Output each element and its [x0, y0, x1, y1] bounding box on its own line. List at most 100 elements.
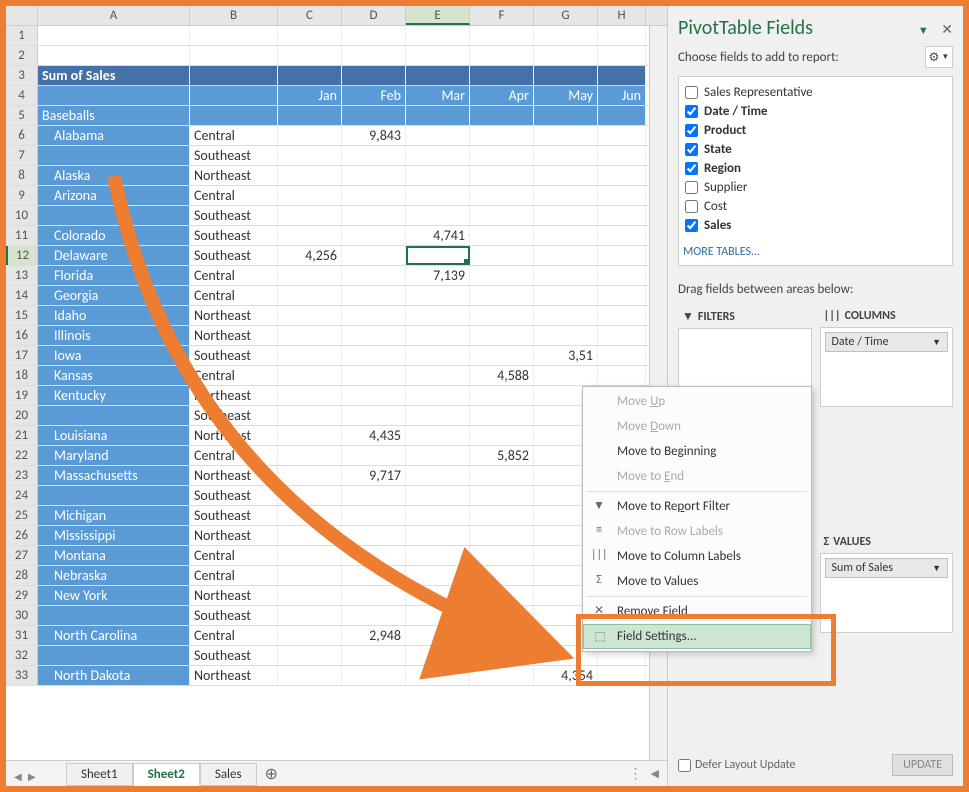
state-cell[interactable]: Florida — [38, 266, 190, 285]
field-state[interactable]: State — [683, 140, 948, 159]
month-may[interactable]: May — [534, 86, 598, 105]
region-cell[interactable]: Southeast — [190, 646, 278, 665]
menu-move-to-report-filter[interactable]: ▼Move to Report Filter — [583, 494, 811, 519]
menu-move-to-values[interactable]: ΣMove to Values — [583, 569, 811, 594]
region-cell[interactable]: Southeast — [190, 226, 278, 245]
state-cell[interactable] — [38, 406, 190, 425]
region-cell[interactable]: Southeast — [190, 206, 278, 225]
region-cell[interactable]: Northeast — [190, 666, 278, 685]
tab-next-icon[interactable]: ▶ — [28, 770, 38, 782]
category-baseballs[interactable]: Baseballs — [38, 106, 190, 125]
state-cell[interactable]: Georgia — [38, 286, 190, 305]
col-header-g[interactable]: G — [534, 6, 598, 25]
month-feb[interactable]: Feb — [342, 86, 406, 105]
tab-sheet1[interactable]: Sheet1 — [66, 763, 133, 786]
region-cell[interactable]: Southeast — [190, 146, 278, 165]
state-cell[interactable]: Idaho — [38, 306, 190, 325]
pill-sum-of-sales[interactable]: Sum of Sales▼ — [825, 558, 949, 578]
menu-move-to-column-labels[interactable]: |||Move to Column Labels — [583, 544, 811, 569]
state-cell[interactable]: Delaware — [38, 246, 190, 265]
region-cell[interactable]: Central — [190, 626, 278, 645]
col-header-h[interactable]: H — [598, 6, 646, 25]
gear-button[interactable]: ⚙ ▼ — [925, 46, 953, 68]
menu-field-settings-[interactable]: ⬚Field Settings... — [583, 624, 811, 649]
region-cell[interactable]: Northeast — [190, 326, 278, 345]
area-values[interactable]: Sum of Sales▼ — [820, 553, 954, 633]
region-cell[interactable]: Central — [190, 546, 278, 565]
region-cell[interactable]: Northeast — [190, 526, 278, 545]
field-region[interactable]: Region — [683, 159, 948, 178]
state-cell[interactable] — [38, 146, 190, 165]
tab-sales[interactable]: Sales — [200, 763, 257, 786]
region-cell[interactable]: Southeast — [190, 406, 278, 425]
col-header-c[interactable]: C — [278, 6, 342, 25]
region-cell[interactable]: Northeast — [190, 386, 278, 405]
region-cell[interactable]: Northeast — [190, 426, 278, 445]
region-cell[interactable]: Central — [190, 566, 278, 585]
state-cell[interactable]: Alaska — [38, 166, 190, 185]
region-cell[interactable]: Central — [190, 366, 278, 385]
state-cell[interactable]: Louisiana — [38, 426, 190, 445]
state-cell[interactable]: Alabama — [38, 126, 190, 145]
update-button[interactable]: UPDATE — [892, 754, 953, 776]
state-cell[interactable]: North Dakota — [38, 666, 190, 685]
region-cell[interactable]: Northeast — [190, 166, 278, 185]
state-cell[interactable]: Nebraska — [38, 566, 190, 585]
region-cell[interactable]: Southeast — [190, 346, 278, 365]
tab-prev-icon[interactable]: ◀ — [14, 770, 24, 782]
field-sales[interactable]: Sales — [683, 216, 948, 235]
month-jan[interactable]: Jan — [278, 86, 342, 105]
region-cell[interactable]: Southeast — [190, 606, 278, 625]
month-jun[interactable]: Jun — [598, 86, 646, 105]
state-cell[interactable]: Colorado — [38, 226, 190, 245]
menu-remove-field[interactable]: ✕Remove Field — [583, 599, 811, 624]
state-cell[interactable]: Arizona — [38, 186, 190, 205]
region-cell[interactable]: Central — [190, 446, 278, 465]
state-cell[interactable]: Michigan — [38, 506, 190, 525]
state-cell[interactable]: Montana — [38, 546, 190, 565]
state-cell[interactable] — [38, 486, 190, 505]
state-cell[interactable]: Illinois — [38, 326, 190, 345]
region-cell[interactable]: Northeast — [190, 466, 278, 485]
col-header-e[interactable]: E — [406, 6, 470, 25]
field-product[interactable]: Product — [683, 121, 948, 140]
month-apr[interactable]: Apr — [470, 86, 534, 105]
tab-options-icon[interactable]: ⋮ — [629, 765, 643, 782]
region-cell[interactable]: Northeast — [190, 586, 278, 605]
state-cell[interactable]: Maryland — [38, 446, 190, 465]
region-cell[interactable]: Central — [190, 286, 278, 305]
menu-move-to-beginning[interactable]: Move to Beginning — [583, 439, 811, 464]
state-cell[interactable] — [38, 206, 190, 225]
tab-sheet2[interactable]: Sheet2 — [133, 763, 200, 786]
state-cell[interactable]: Iowa — [38, 346, 190, 365]
pivot-title[interactable]: Sum of Sales — [38, 66, 190, 85]
area-columns[interactable]: Date / Time▼ — [820, 327, 954, 407]
panel-dropdown-icon[interactable]: ▼ — [918, 24, 929, 37]
field-supplier[interactable]: Supplier — [683, 178, 948, 197]
state-cell[interactable]: New York — [38, 586, 190, 605]
state-cell[interactable] — [38, 606, 190, 625]
region-cell[interactable]: Central — [190, 126, 278, 145]
col-header-d[interactable]: D — [342, 6, 406, 25]
add-sheet-button[interactable]: ⊕ — [265, 764, 278, 784]
state-cell[interactable] — [38, 646, 190, 665]
region-cell[interactable]: Northeast — [190, 306, 278, 325]
scroll-left-icon[interactable]: ◀ — [651, 767, 659, 780]
region-cell[interactable]: Central — [190, 186, 278, 205]
state-cell[interactable]: Kansas — [38, 366, 190, 385]
col-header-b[interactable]: B — [190, 6, 278, 25]
more-tables-link[interactable]: MORE TABLES... — [683, 245, 948, 259]
field-date-time[interactable]: Date / Time — [683, 102, 948, 121]
state-cell[interactable]: North Carolina — [38, 626, 190, 645]
defer-layout-checkbox[interactable]: Defer Layout Update — [678, 758, 796, 772]
col-header-a[interactable]: A — [38, 6, 190, 25]
region-cell[interactable]: Southeast — [190, 506, 278, 525]
state-cell[interactable]: Mississippi — [38, 526, 190, 545]
month-mar[interactable]: Mar — [406, 86, 470, 105]
region-cell[interactable]: Southeast — [190, 486, 278, 505]
state-cell[interactable]: Kentucky — [38, 386, 190, 405]
region-cell[interactable]: Southeast — [190, 246, 278, 265]
field-cost[interactable]: Cost — [683, 197, 948, 216]
close-icon[interactable]: ✕ — [941, 21, 953, 38]
pill-date-time[interactable]: Date / Time▼ — [825, 332, 949, 352]
